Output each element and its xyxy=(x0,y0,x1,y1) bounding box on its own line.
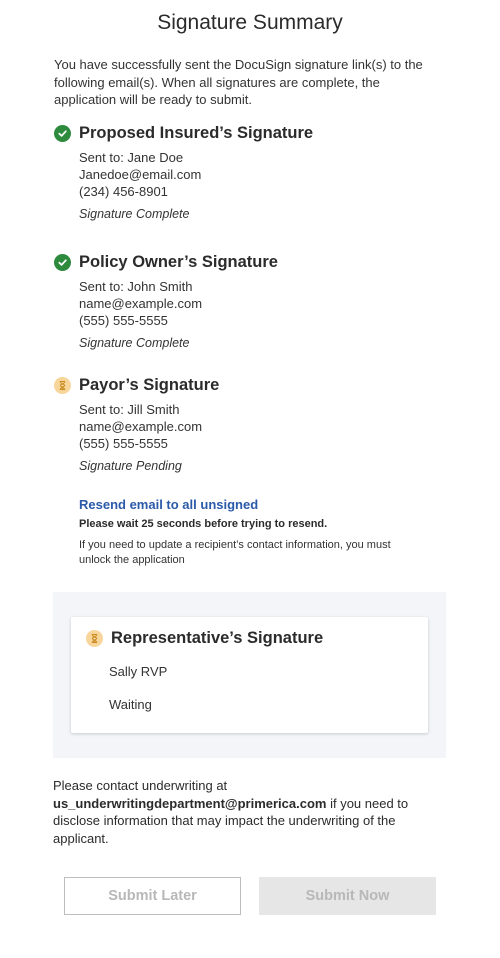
recipient-phone: (234) 456-8901 xyxy=(79,184,168,199)
signature-status: Signature Complete xyxy=(79,207,190,221)
signature-payor: Payor’s Signature Sent to: Jill Smith na… xyxy=(54,373,454,475)
submit-later-button[interactable]: Submit Later xyxy=(64,877,241,915)
signature-status: Signature Pending xyxy=(79,459,182,473)
representative-card: Representative’s Signature Sally RVP Wai… xyxy=(71,617,428,733)
signature-title: Payor’s Signature xyxy=(79,375,220,394)
signature-proposed-insured: Proposed Insured’s Signature Sent to: Ja… xyxy=(54,121,454,223)
signature-status: Signature Complete xyxy=(79,336,190,350)
representative-name: Sally RVP xyxy=(109,664,168,679)
recipient-email: Janedoe@email.com xyxy=(79,167,202,182)
hourglass-icon xyxy=(54,376,71,394)
recipient-email: name@example.com xyxy=(79,296,203,311)
underwriting-email: us_underwritingdepartment@primerica.com xyxy=(53,795,327,811)
representative-title: Representative’s Signature xyxy=(111,629,324,647)
check-circle-icon xyxy=(54,124,71,142)
intro-text: You have successfully sent the DocuSign … xyxy=(54,57,423,107)
submit-now-button[interactable]: Submit Now xyxy=(259,877,436,915)
resend-wait-note: Please wait 25 seconds before trying to … xyxy=(79,518,328,530)
unlock-note: If you need to update a recipient’s cont… xyxy=(79,539,391,566)
representative-status: Waiting xyxy=(109,697,152,712)
sent-to: Sent to: Jill Smith xyxy=(79,402,180,417)
check-circle-icon xyxy=(54,253,71,271)
recipient-email: name@example.com xyxy=(79,419,203,434)
signature-title: Policy Owner’s Signature xyxy=(79,252,278,271)
signature-policy-owner: Policy Owner’s Signature Sent to: John S… xyxy=(54,250,454,352)
representative-panel: Representative’s Signature Sally RVP Wai… xyxy=(53,592,446,758)
resend-email-link[interactable]: Resend email to all unsigned xyxy=(79,497,258,512)
underwriting-contact-note: Please contact underwriting at us_underw… xyxy=(53,777,433,847)
sent-to: Sent to: Jane Doe xyxy=(79,150,184,165)
recipient-phone: (555) 555-5555 xyxy=(79,436,168,451)
hourglass-icon xyxy=(86,630,103,647)
contact-prefix: Please contact underwriting at xyxy=(53,778,228,793)
sent-to: Sent to: John Smith xyxy=(79,279,193,294)
signature-title: Proposed Insured’s Signature xyxy=(79,123,314,142)
page-title: Signature Summary xyxy=(157,11,343,34)
recipient-phone: (555) 555-5555 xyxy=(79,313,168,328)
